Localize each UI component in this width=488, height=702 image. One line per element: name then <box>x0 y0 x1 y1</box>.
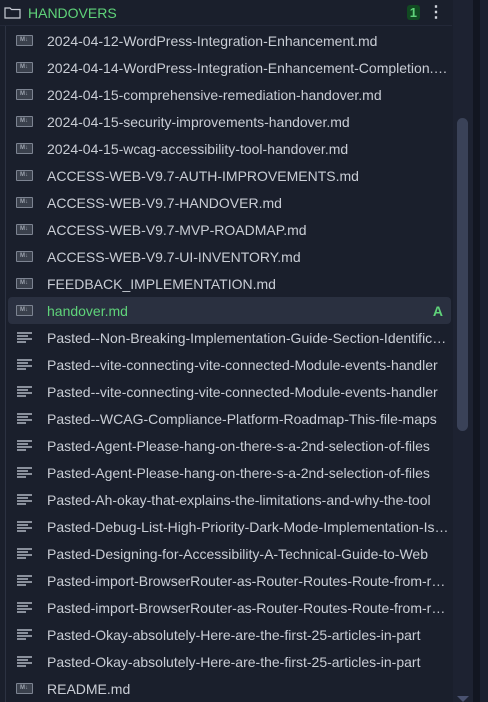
file-item[interactable]: M↓ 2024-04-14-WordPress-Integration-Enhan… <box>8 54 451 81</box>
markdown-file-icon: M↓ <box>15 683 33 694</box>
divider <box>473 0 480 702</box>
file-item[interactable]: M↓ 2024-04-15-security-improvements-hando… <box>8 108 451 135</box>
file-item[interactable]: M↓ ACCESS-WEB-V9.7-MVP-ROADMAP.md <box>8 216 451 243</box>
file-name: 2024-04-12-WordPress-Integration-Enhance… <box>47 32 378 49</box>
file-item[interactable]: M↓ 2024-04-15-comprehensive-remediation-h… <box>8 81 451 108</box>
file-item[interactable]: M↓ handover.md A <box>8 297 451 324</box>
file-item[interactable]: Pasted--Non-Breaking-Implementation-Guid… <box>8 324 451 351</box>
text-file-icon <box>15 467 33 478</box>
file-name: ACCESS-WEB-V9.7-UI-INVENTORY.md <box>47 248 301 265</box>
markdown-file-icon: M↓ <box>15 143 33 154</box>
markdown-file-icon: M↓ <box>15 35 33 46</box>
file-name: FEEDBACK_IMPLEMENTATION.md <box>47 275 276 292</box>
folder-title: HANDOVERS <box>28 4 117 21</box>
markdown-file-icon: M↓ <box>15 197 33 208</box>
file-name: 2024-04-15-wcag-accessibility-tool-hando… <box>47 140 349 157</box>
file-item[interactable]: Pasted--vite-connecting-vite-connected-M… <box>8 351 451 378</box>
text-file-icon <box>15 521 33 532</box>
file-name: Pasted-import-BrowserRouter-as-Router-Ro… <box>47 599 451 616</box>
scrollbar-thumb[interactable] <box>457 118 468 431</box>
text-file-icon <box>15 629 33 640</box>
text-file-icon <box>15 386 33 397</box>
markdown-file-icon: M↓ <box>15 251 33 262</box>
file-item[interactable]: Pasted-Debug-List-High-Priority-Dark-Mod… <box>8 513 451 540</box>
file-name: Pasted--vite-connecting-vite-connected-M… <box>47 356 438 373</box>
file-name: Pasted--WCAG-Compliance-Platform-Roadmap… <box>47 410 437 427</box>
file-item[interactable]: Pasted-Okay-absolutely-Here-are-the-firs… <box>8 648 451 675</box>
file-item[interactable]: Pasted-import-BrowserRouter-as-Router-Ro… <box>8 567 451 594</box>
text-file-icon <box>15 494 33 505</box>
markdown-file-icon: M↓ <box>15 224 33 235</box>
file-name: Pasted-Designing-for-Accessibility-A-Tec… <box>47 545 428 562</box>
file-item[interactable]: M↓ README.md <box>8 675 451 702</box>
text-file-icon <box>15 656 33 667</box>
file-item[interactable]: Pasted-Okay-absolutely-Here-are-the-firs… <box>8 621 451 648</box>
file-name: Pasted--Non-Breaking-Implementation-Guid… <box>47 329 451 346</box>
markdown-file-icon: M↓ <box>15 170 33 181</box>
file-name: Pasted-import-BrowserRouter-as-Router-Ro… <box>47 572 451 589</box>
file-item[interactable]: M↓ ACCESS-WEB-V9.7-UI-INVENTORY.md <box>8 243 451 270</box>
text-file-icon <box>15 332 33 343</box>
markdown-file-icon: M↓ <box>15 305 33 316</box>
file-item[interactable]: Pasted-Ah-okay-that-explains-the-limitat… <box>8 486 451 513</box>
file-name: Pasted-Okay-absolutely-Here-are-the-firs… <box>47 626 421 643</box>
file-name: 2024-04-14-WordPress-Integration-Enhance… <box>47 59 451 76</box>
markdown-file-icon: M↓ <box>15 89 33 100</box>
text-file-icon <box>15 359 33 370</box>
text-file-icon <box>15 440 33 451</box>
text-file-icon <box>15 575 33 586</box>
file-name: README.md <box>47 680 131 697</box>
file-name: ACCESS-WEB-V9.7-MVP-ROADMAP.md <box>47 221 307 238</box>
file-item[interactable]: Pasted-Agent-Please-hang-on-there-s-a-2n… <box>8 459 451 486</box>
file-item[interactable]: Pasted-Designing-for-Accessibility-A-Tec… <box>8 540 451 567</box>
file-item[interactable]: M↓ ACCESS-WEB-V9.7-HANDOVER.md <box>8 189 451 216</box>
markdown-file-icon: M↓ <box>15 278 33 289</box>
file-name: ACCESS-WEB-V9.7-HANDOVER.md <box>47 194 282 211</box>
file-item[interactable]: Pasted-Agent-Please-hang-on-there-s-a-2n… <box>8 432 451 459</box>
file-item[interactable]: M↓ FEEDBACK_IMPLEMENTATION.md <box>8 270 451 297</box>
file-item[interactable]: Pasted--vite-connecting-vite-connected-M… <box>8 378 451 405</box>
file-name: handover.md <box>47 302 128 319</box>
text-file-icon <box>15 413 33 424</box>
more-options-icon[interactable]: ⋮ <box>428 4 444 21</box>
changes-badge: 1 <box>406 5 420 20</box>
file-name: Pasted-Ah-okay-that-explains-the-limitat… <box>47 491 431 508</box>
file-name: Pasted--vite-connecting-vite-connected-M… <box>47 383 438 400</box>
panel-edge <box>480 0 488 702</box>
file-name: Pasted-Okay-absolutely-Here-are-the-firs… <box>47 653 421 670</box>
indent-guide <box>5 26 6 702</box>
file-list: M↓ 2024-04-12-WordPress-Integration-Enhan… <box>8 27 451 702</box>
file-item[interactable]: M↓ 2024-04-12-WordPress-Integration-Enhan… <box>8 27 451 54</box>
file-name: Pasted-Agent-Please-hang-on-there-s-a-2n… <box>47 464 430 481</box>
folder-icon <box>4 7 21 19</box>
file-item[interactable]: M↓ 2024-04-15-wcag-accessibility-tool-han… <box>8 135 451 162</box>
file-name: 2024-04-15-comprehensive-remediation-han… <box>47 86 382 103</box>
markdown-file-icon: M↓ <box>15 116 33 127</box>
file-name: Pasted-Agent-Please-hang-on-there-s-a-2n… <box>47 437 430 454</box>
file-item[interactable]: Pasted-import-BrowserRouter-as-Router-Ro… <box>8 594 451 621</box>
text-file-icon <box>15 602 33 613</box>
file-item[interactable]: Pasted--WCAG-Compliance-Platform-Roadmap… <box>8 405 451 432</box>
file-item[interactable]: M↓ ACCESS-WEB-V9.7-AUTH-IMPROVEMENTS.md <box>8 162 451 189</box>
folder-header[interactable]: HANDOVERS 1 ⋮ <box>0 0 452 26</box>
file-name: Pasted-Debug-List-High-Priority-Dark-Mod… <box>47 518 451 535</box>
file-name: ACCESS-WEB-V9.7-AUTH-IMPROVEMENTS.md <box>47 167 359 184</box>
text-file-icon <box>15 548 33 559</box>
file-name: 2024-04-15-security-improvements-handove… <box>47 113 350 130</box>
scroll-down-arrow-icon[interactable] <box>457 696 469 702</box>
markdown-file-icon: M↓ <box>15 62 33 73</box>
git-status-badge: A <box>432 302 443 319</box>
